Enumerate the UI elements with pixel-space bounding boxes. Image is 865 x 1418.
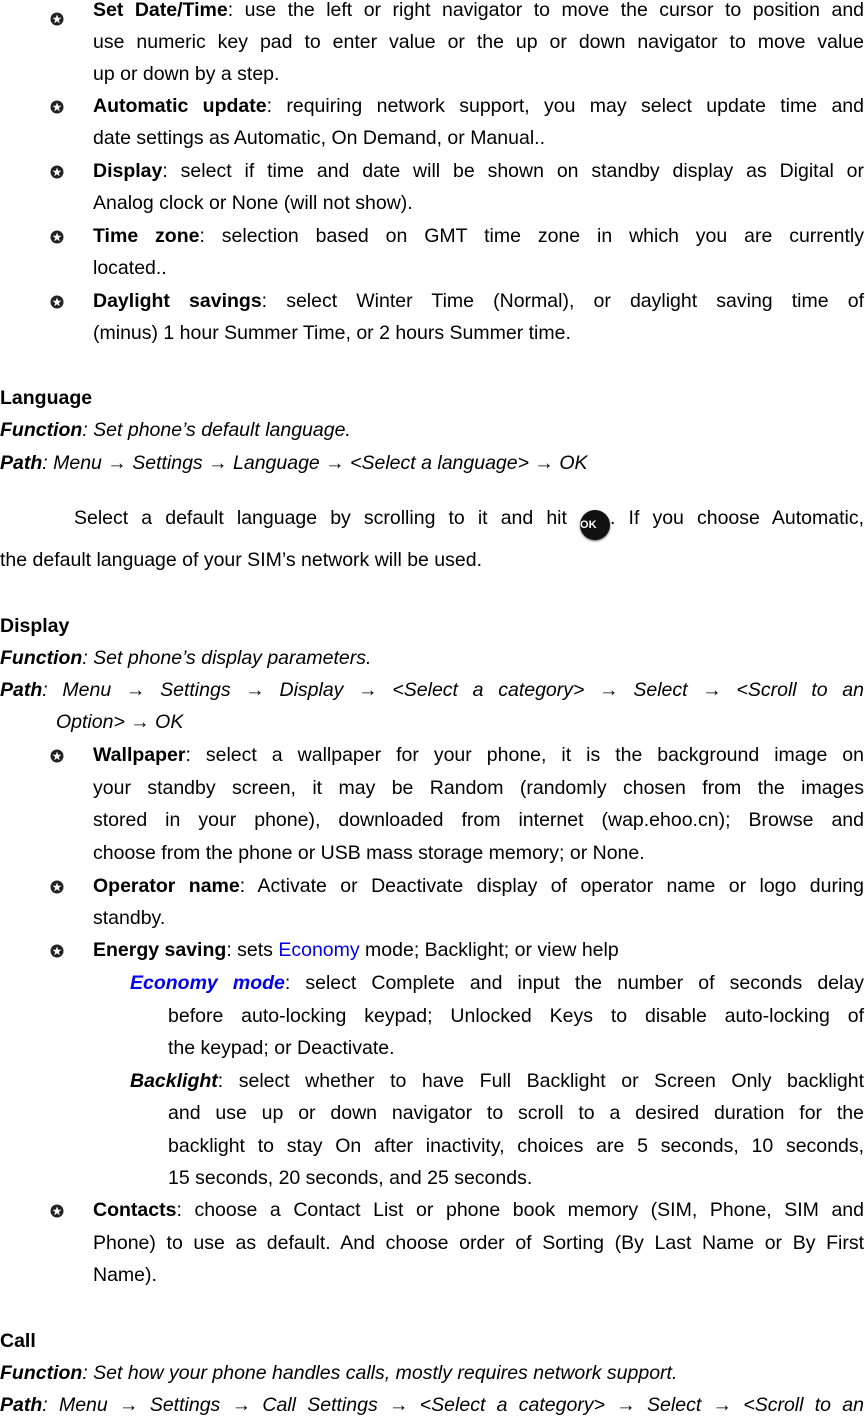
- item-text: : requiring network support, you may sel…: [266, 95, 864, 117]
- term: Backlight: [130, 1070, 218, 1092]
- item-text: (minus) 1 hour Summer Time, or 2 hours S…: [93, 322, 571, 344]
- item-text: backlight to stay On after inactivity, c…: [168, 1135, 864, 1157]
- item-text: : choose a Contact List or phone book me…: [176, 1199, 864, 1221]
- function-line: Function: Set phone’s display parameters…: [0, 646, 371, 670]
- section-heading-language: Language: [0, 387, 93, 409]
- path-label: Path: [0, 452, 43, 474]
- term: Wallpaper: [93, 744, 186, 766]
- path-text: Option> → OK: [56, 710, 183, 734]
- path-label: Path: [0, 679, 43, 701]
- function-text: : Set phone’s display parameters.: [82, 647, 372, 669]
- star-bullet-icon: [50, 165, 64, 179]
- list-item-wallpaper: Wallpaper: select a wallpaper for your p…: [93, 743, 864, 767]
- item-text: use numeric key pad to enter value or th…: [93, 31, 864, 53]
- term: Set Date/Time: [93, 0, 228, 21]
- item-text: the keypad; or Deactivate.: [168, 1037, 395, 1059]
- body-text: Select a default language by scrolling t…: [74, 507, 567, 529]
- item-text: : selection based on GMT time zone in wh…: [199, 225, 864, 247]
- body-text: . If you choose Automatic,: [610, 507, 864, 529]
- path-line: Path: Menu → Settings → Call Settings → …: [0, 1393, 864, 1417]
- body-text: the default language of your SIM’s netwo…: [0, 549, 483, 571]
- star-bullet-icon: [50, 1204, 64, 1218]
- item-text: date settings as Automatic, On Demand, o…: [93, 127, 545, 149]
- function-label: Function: [0, 419, 83, 441]
- sub-item-economy-mode: Economy mode: select Complete and input …: [130, 971, 864, 995]
- star-bullet-icon: [50, 295, 64, 309]
- section-heading-display: Display: [0, 615, 70, 637]
- list-item-automatic-update: Automatic update: requiring network supp…: [93, 94, 864, 118]
- star-bullet-icon: [50, 12, 64, 26]
- function-label: Function: [0, 647, 83, 669]
- item-text: 15 seconds, 20 seconds, and 25 seconds.: [168, 1167, 533, 1189]
- term: Contacts: [93, 1199, 177, 1221]
- path-text-continued: Option> → OK: [56, 711, 184, 733]
- list-item-set-date-time: Set Date/Time: use the left or right nav…: [93, 0, 864, 22]
- list-item-daylight-savings: Daylight savings: select Winter Time (No…: [93, 289, 864, 313]
- path-label: Path: [0, 1394, 43, 1416]
- item-text: : select Winter Time (Normal), or daylig…: [261, 290, 864, 312]
- term: Daylight savings: [93, 290, 262, 312]
- item-text: : Activate or Deactivate display of oper…: [239, 875, 864, 897]
- function-text: : Set phone’s default language.: [82, 419, 351, 441]
- item-text: : select whether to have Full Backlight …: [217, 1070, 864, 1092]
- item-text: standby.: [93, 907, 166, 929]
- item-text: Name).: [93, 1264, 157, 1286]
- path-line: Path: Menu → Settings → Display → <Selec…: [0, 678, 864, 702]
- item-text: mode; Backlight; or view help: [359, 939, 619, 961]
- item-text: : use the left or right navigator to mov…: [227, 0, 865, 21]
- star-bullet-icon: [50, 880, 64, 894]
- item-text: before auto-locking keypad; Unlocked Key…: [168, 1005, 864, 1027]
- item-text: : select a wallpaper for your phone, it …: [185, 744, 864, 766]
- function-line: Function: Set how your phone handles cal…: [0, 1361, 677, 1385]
- economy-link[interactable]: Economy: [278, 939, 359, 961]
- economy-mode-link[interactable]: Economy mode: [130, 972, 285, 994]
- item-text: Phone) to use as default. And choose ord…: [93, 1232, 864, 1254]
- term: Energy saving: [93, 939, 227, 961]
- item-text: up or down by a step.: [93, 63, 280, 85]
- path-text: : Menu → Settings → Display → <Select a …: [42, 679, 864, 701]
- item-text: stored in your phone), downloaded from i…: [93, 809, 864, 831]
- star-bullet-icon: [50, 749, 64, 763]
- item-text: Analog clock or None (will not show).: [93, 192, 413, 214]
- item-text: choose from the phone or USB mass storag…: [93, 842, 645, 864]
- item-text: : select Complete and input the number o…: [284, 972, 864, 994]
- section-heading-call: Call: [0, 1330, 36, 1352]
- star-bullet-icon: [50, 230, 64, 244]
- star-bullet-icon: [50, 100, 64, 114]
- path-line: Path: Menu → Settings → Language → <Sele…: [0, 451, 588, 475]
- list-item-operator-name: Operator name: Activate or Deactivate di…: [93, 874, 864, 898]
- path-text: : Menu → Settings → Language → <Select a…: [42, 452, 588, 474]
- term: Time zone: [93, 225, 200, 247]
- function-text: : Set how your phone handles calls, most…: [82, 1362, 678, 1384]
- term: Display: [93, 160, 163, 182]
- language-body: Select a default language by scrolling t…: [74, 506, 864, 540]
- item-text: your standby screen, it may be Random (r…: [93, 777, 864, 799]
- term: Operator name: [93, 875, 240, 897]
- term: Automatic update: [93, 95, 267, 117]
- path-text: : Menu → Settings → Call Settings → <Sel…: [42, 1394, 864, 1416]
- list-item-time-zone: Time zone: selection based on GMT time z…: [93, 224, 864, 248]
- sub-item-backlight: Backlight: select whether to have Full B…: [130, 1069, 864, 1093]
- ok-button-icon: OK: [580, 510, 611, 540]
- list-item-contacts: Contacts: choose a Contact List or phone…: [93, 1198, 864, 1222]
- list-item-energy-saving: Energy saving: sets Economy mode; Backli…: [93, 938, 619, 962]
- item-text: located..: [93, 257, 167, 279]
- list-item-display: Display: select if time and date will be…: [93, 159, 864, 183]
- star-bullet-icon: [50, 944, 64, 958]
- function-label: Function: [0, 1362, 83, 1384]
- function-line: Function: Set phone’s default language.: [0, 418, 351, 442]
- item-text: and use up or down navigator to scroll t…: [168, 1102, 864, 1124]
- item-text: : sets: [226, 939, 279, 961]
- item-text: : select if time and date will be shown …: [162, 160, 864, 182]
